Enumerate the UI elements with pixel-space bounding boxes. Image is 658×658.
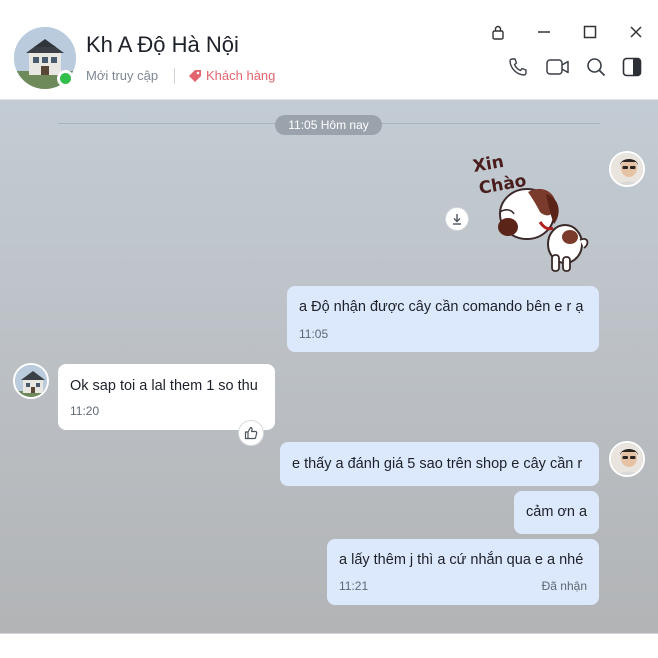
message-bubble-incoming[interactable]: Ok sap toi a lal them 1 so thu 11:20: [58, 364, 275, 430]
maximize-button[interactable]: [578, 20, 602, 44]
message-bubble-outgoing[interactable]: e thấy a đánh giá 5 sao trên shop e cây …: [280, 442, 599, 486]
download-sticker-button[interactable]: [445, 207, 469, 231]
minimize-icon: [538, 31, 550, 33]
video-icon: [546, 59, 569, 75]
contact-status: Mới truy cập: [86, 68, 159, 83]
message-time: 11:20: [70, 404, 100, 418]
sticker-text-xin: Xin: [471, 152, 505, 177]
my-avatar[interactable]: [609, 441, 645, 477]
tag-icon: [189, 69, 201, 82]
chat-header: Kh A Độ Hà Nội Mới truy cập Khách hàng: [0, 0, 658, 100]
message-text: a lấy thêm j thì a cứ nhắn qua e a nhé: [339, 552, 584, 568]
search-icon: [587, 58, 606, 77]
message-delivery-status: Đã nhận: [541, 579, 587, 593]
toggle-panel-button[interactable]: [619, 54, 645, 80]
phone-icon: [509, 58, 527, 76]
message-text: cảm ơn a: [526, 504, 588, 520]
search-button[interactable]: [583, 54, 609, 80]
tag-label: Khách hàng: [206, 68, 276, 83]
composer-area[interactable]: [0, 633, 658, 658]
close-icon: [630, 26, 642, 38]
message-bubble-outgoing[interactable]: a Độ nhận được cây cần comando bên e r ạ…: [287, 286, 599, 352]
message-bubble-outgoing[interactable]: a lấy thêm j thì a cứ nhắn qua e a nhé 1…: [327, 539, 599, 605]
sticker-xin-chao[interactable]: Xin Chào: [470, 152, 595, 277]
my-avatar[interactable]: [609, 151, 645, 187]
lock-icon: [492, 25, 504, 40]
online-status-dot: [57, 70, 74, 87]
date-separator: 11:05 Hôm nay: [275, 115, 382, 135]
customer-tag[interactable]: Khách hàng: [188, 68, 275, 83]
message-list[interactable]: 11:05 Hôm nay Xin Chào a Độ nhận được câ…: [0, 100, 658, 633]
message-text: a Độ nhận được cây cần comando bên e r ạ: [299, 299, 584, 315]
download-icon: [453, 214, 461, 225]
maximize-icon: [583, 25, 597, 39]
message-time: 11:05: [299, 327, 329, 341]
message-text: e thấy a đánh giá 5 sao trên shop e cây …: [292, 456, 583, 472]
react-button[interactable]: [238, 420, 264, 446]
lock-button[interactable]: [486, 20, 510, 44]
thumbs-up-icon: [244, 426, 258, 440]
minimize-button[interactable]: [532, 20, 556, 44]
panel-toggle-icon: [622, 57, 642, 77]
call-button[interactable]: [505, 54, 531, 80]
message-time: 11:21: [339, 579, 369, 593]
header-divider: [174, 68, 175, 84]
contact-message-avatar[interactable]: [13, 363, 49, 399]
message-text: Ok sap toi a lal them 1 so thu: [70, 378, 258, 394]
video-call-button[interactable]: [545, 54, 571, 80]
message-bubble-outgoing[interactable]: cảm ơn a: [514, 491, 599, 534]
contact-name: Kh A Độ Hà Nội: [86, 32, 239, 57]
close-button[interactable]: [624, 20, 648, 44]
